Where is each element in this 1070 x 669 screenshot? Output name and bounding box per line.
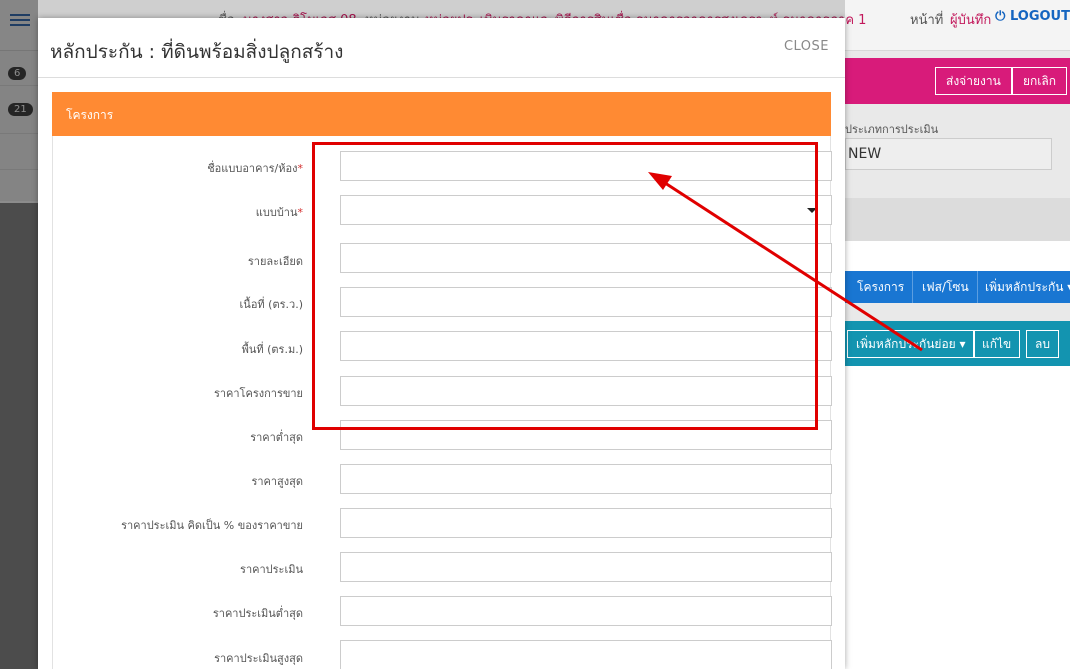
- house-type-label: แบบบ้าน*: [38, 203, 303, 221]
- tab-add-collateral[interactable]: เพิ่มหลักประกัน ▾: [977, 271, 1070, 303]
- edit-button[interactable]: แก้ไข: [973, 330, 1021, 358]
- white-strip: [845, 241, 1070, 271]
- eval-type-field[interactable]: NEW: [845, 138, 1052, 170]
- action-bar: ส่งจ่ายงาน ยกเลิก: [845, 58, 1070, 104]
- appraisal-percent-input[interactable]: [340, 508, 832, 538]
- tab-add-collateral-label: เพิ่มหลักประกัน: [985, 280, 1064, 294]
- modal-header: หลักประกัน : ที่ดินพร้อมสิ่งปลูกสร้าง CL…: [38, 18, 845, 78]
- caret-down-icon: ▾: [959, 337, 966, 351]
- building-name-label: ชื่อแบบอาคาร/ห้อง*: [38, 159, 303, 177]
- max-price-input[interactable]: [340, 464, 832, 494]
- add-sub-collateral-button[interactable]: เพิ่มหลักประกันย่อย ▾: [847, 330, 975, 358]
- page-name: ผู้บันทึก: [950, 13, 992, 28]
- appraisal-min-input[interactable]: [340, 596, 832, 626]
- tabs-bar: โครงการ เฟส/โซน เพิ่มหลักประกัน ▾: [845, 271, 1070, 303]
- eval-type-label: ประเภทการประเมิน: [845, 123, 939, 136]
- house-type-label-text: แบบบ้าน: [255, 206, 298, 219]
- appraisal-max-label: ราคาประเมินสูงสุด: [214, 652, 303, 665]
- page-label: หน้าที่: [910, 13, 944, 28]
- grey-band: [845, 198, 1070, 241]
- section-title: โครงการ: [66, 108, 114, 122]
- min-price-label: ราคาต่ำสุด: [250, 431, 303, 444]
- building-name-label-text: ชื่อแบบอาคาร/ห้อง: [207, 162, 298, 175]
- appraisal-min-label: ราคาประเมินต่ำสุด: [212, 607, 303, 620]
- section-header: โครงการ: [52, 92, 831, 136]
- add-sub-collateral-label: เพิ่มหลักประกันย่อย: [856, 337, 956, 351]
- modal-backdrop-top: [38, 0, 845, 18]
- appraisal-price-label: ราคาประเมิน: [240, 563, 303, 576]
- tab-project[interactable]: โครงการ: [849, 271, 914, 303]
- logout-label: LOGOUT: [1009, 9, 1070, 24]
- land-area-label: เนื้อที่ (ตร.ว.): [239, 298, 303, 311]
- modal-backdrop-left: [0, 0, 38, 669]
- sub-action-bar: เพิ่มหลักประกันย่อย ▾ แก้ไข ลบ: [845, 321, 1070, 366]
- details-label: รายละเอียด: [247, 255, 303, 268]
- power-icon: ⏻: [995, 9, 1006, 24]
- project-sale-price-label: ราคาโครงการขาย: [213, 387, 303, 400]
- appraisal-percent-label: ราคาประเมิน คิดเป็น % ของราคาขาย: [121, 519, 303, 532]
- max-price-label: ราคาสูงสุด: [251, 475, 303, 488]
- required-marker: *: [297, 162, 304, 175]
- logout-button[interactable]: ⏻ LOGOUT: [995, 9, 1070, 24]
- send-work-button[interactable]: ส่งจ่ายงาน: [935, 67, 1012, 95]
- close-button[interactable]: CLOSE: [784, 39, 829, 54]
- content-panel: [845, 366, 1070, 669]
- cancel-button[interactable]: ยกเลิก: [1012, 67, 1068, 95]
- highlight-annotation-box: [312, 142, 818, 430]
- appraisal-price-input[interactable]: [340, 552, 832, 582]
- modal-title: หลักประกัน : ที่ดินพร้อมสิ่งปลูกสร้าง: [50, 41, 344, 63]
- appraisal-max-input[interactable]: [340, 640, 832, 669]
- required-marker: *: [297, 206, 304, 219]
- usable-area-label: พื้นที่ (ตร.ม.): [241, 343, 303, 356]
- tab-phase-zone[interactable]: เฟส/โซน: [914, 271, 978, 303]
- delete-button[interactable]: ลบ: [1026, 330, 1059, 358]
